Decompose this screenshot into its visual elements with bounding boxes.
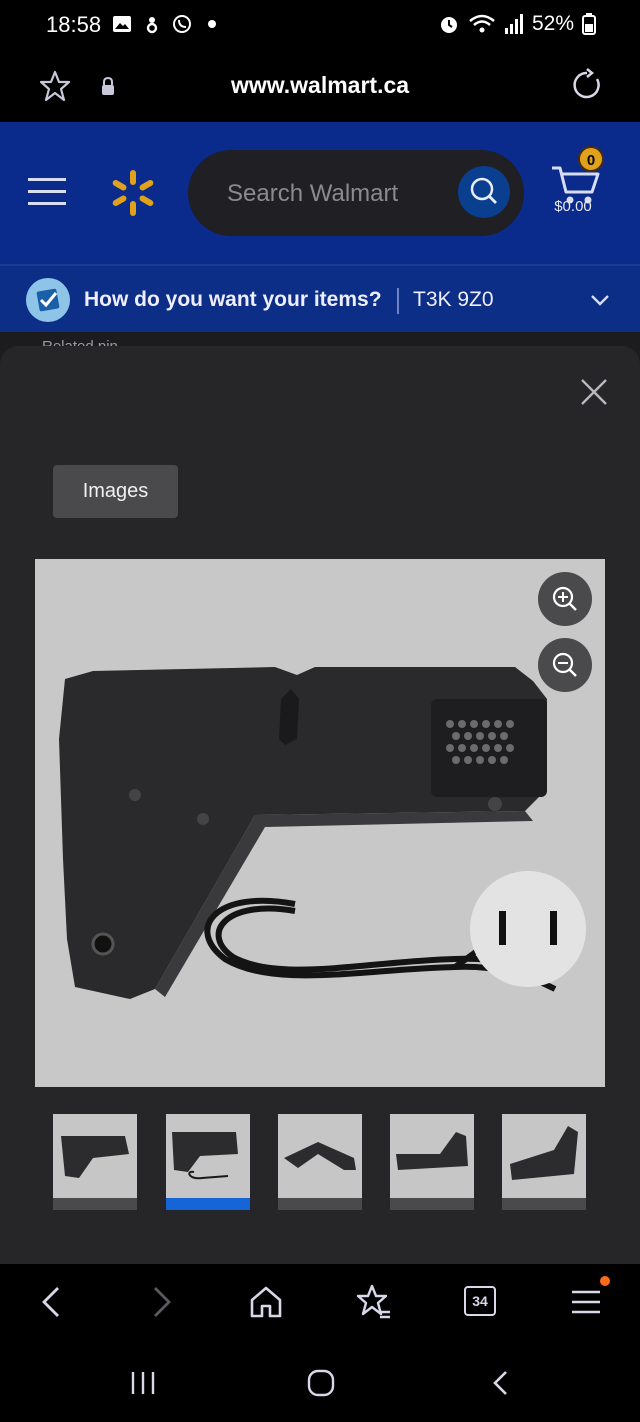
status-notifications	[112, 14, 222, 34]
cart-total[interactable]: $0.00	[540, 198, 606, 215]
bookmarks-icon[interactable]	[354, 1282, 394, 1322]
tab-images[interactable]: Images	[53, 465, 178, 518]
gallery-icon	[113, 16, 131, 32]
fulfillment-icon	[26, 278, 70, 322]
thumbnail-image	[284, 1142, 356, 1170]
thumbnail-image	[510, 1126, 578, 1180]
viber-icon	[173, 15, 191, 33]
url-text[interactable]: www.walmart.ca	[0, 72, 640, 99]
back-icon[interactable]	[32, 1282, 72, 1322]
walmart-spark-logo-icon[interactable]	[108, 168, 158, 218]
reload-icon[interactable]	[569, 67, 605, 103]
fulfillment-selector[interactable]: How do you want your items? T3K 9Z0	[0, 264, 640, 332]
thumbnail-image	[172, 1132, 238, 1180]
forward-icon[interactable]	[141, 1282, 181, 1322]
thumbnail-2[interactable]	[166, 1114, 250, 1210]
site-header: Search Walmart 0 $0.00	[0, 122, 640, 264]
status-bar: 18:58 52%	[0, 0, 640, 52]
status-time: 18:58	[46, 12, 102, 37]
alarm-icon	[440, 17, 457, 33]
home-icon[interactable]	[246, 1282, 286, 1322]
thumbnail-1[interactable]	[53, 1114, 137, 1210]
browser-url-bar: www.walmart.ca	[0, 52, 640, 122]
thumbnail-3[interactable]	[278, 1114, 362, 1210]
hotspot-icon	[146, 17, 158, 34]
thumbnail-4[interactable]	[390, 1114, 474, 1210]
divider	[397, 288, 399, 314]
search-input[interactable]: Search Walmart	[188, 150, 524, 236]
wifi-icon	[469, 14, 495, 33]
search-icon	[470, 177, 497, 204]
power-supply-photo	[59, 667, 557, 999]
system-nav-bar	[0, 1344, 640, 1422]
home-circle-icon[interactable]	[306, 1368, 336, 1398]
thumbnail-strip	[53, 1114, 593, 1214]
notification-dot	[600, 1276, 610, 1286]
dot-icon	[208, 20, 216, 28]
cart-count-badge: 0	[578, 146, 604, 172]
menu-icon[interactable]	[566, 1282, 606, 1322]
battery-icon	[582, 13, 596, 35]
status-system: 52%	[438, 12, 596, 36]
recents-icon[interactable]	[128, 1368, 158, 1398]
thumbnail-image	[61, 1136, 129, 1178]
signal-icon	[504, 14, 523, 34]
chevron-down-icon[interactable]	[588, 292, 612, 308]
postal-code: T3K 9Z0	[413, 288, 494, 311]
search-button[interactable]	[458, 166, 510, 218]
product-image[interactable]	[35, 559, 605, 1087]
search-placeholder: Search Walmart	[227, 180, 399, 207]
close-icon[interactable]	[578, 376, 610, 408]
thumbnail-5[interactable]	[502, 1114, 586, 1210]
check-box-icon	[36, 288, 60, 312]
pause-overlay-button[interactable]	[470, 871, 586, 987]
system-back-icon[interactable]	[486, 1368, 516, 1398]
fulfillment-question: How do you want your items?	[84, 288, 382, 311]
zoom-in-button[interactable]	[538, 572, 592, 626]
thumbnail-image	[396, 1132, 468, 1170]
tabs-count[interactable]: 34	[464, 1286, 496, 1316]
zoom-in-icon	[552, 586, 577, 611]
zoom-out-button[interactable]	[538, 638, 592, 692]
hamburger-menu-icon[interactable]	[28, 176, 66, 208]
battery-percent: 52%	[531, 12, 574, 35]
image-viewer-modal: Images	[0, 346, 640, 1264]
browser-bottom-nav	[0, 1264, 640, 1344]
zoom-out-icon	[552, 652, 577, 677]
pause-icon	[499, 911, 557, 945]
